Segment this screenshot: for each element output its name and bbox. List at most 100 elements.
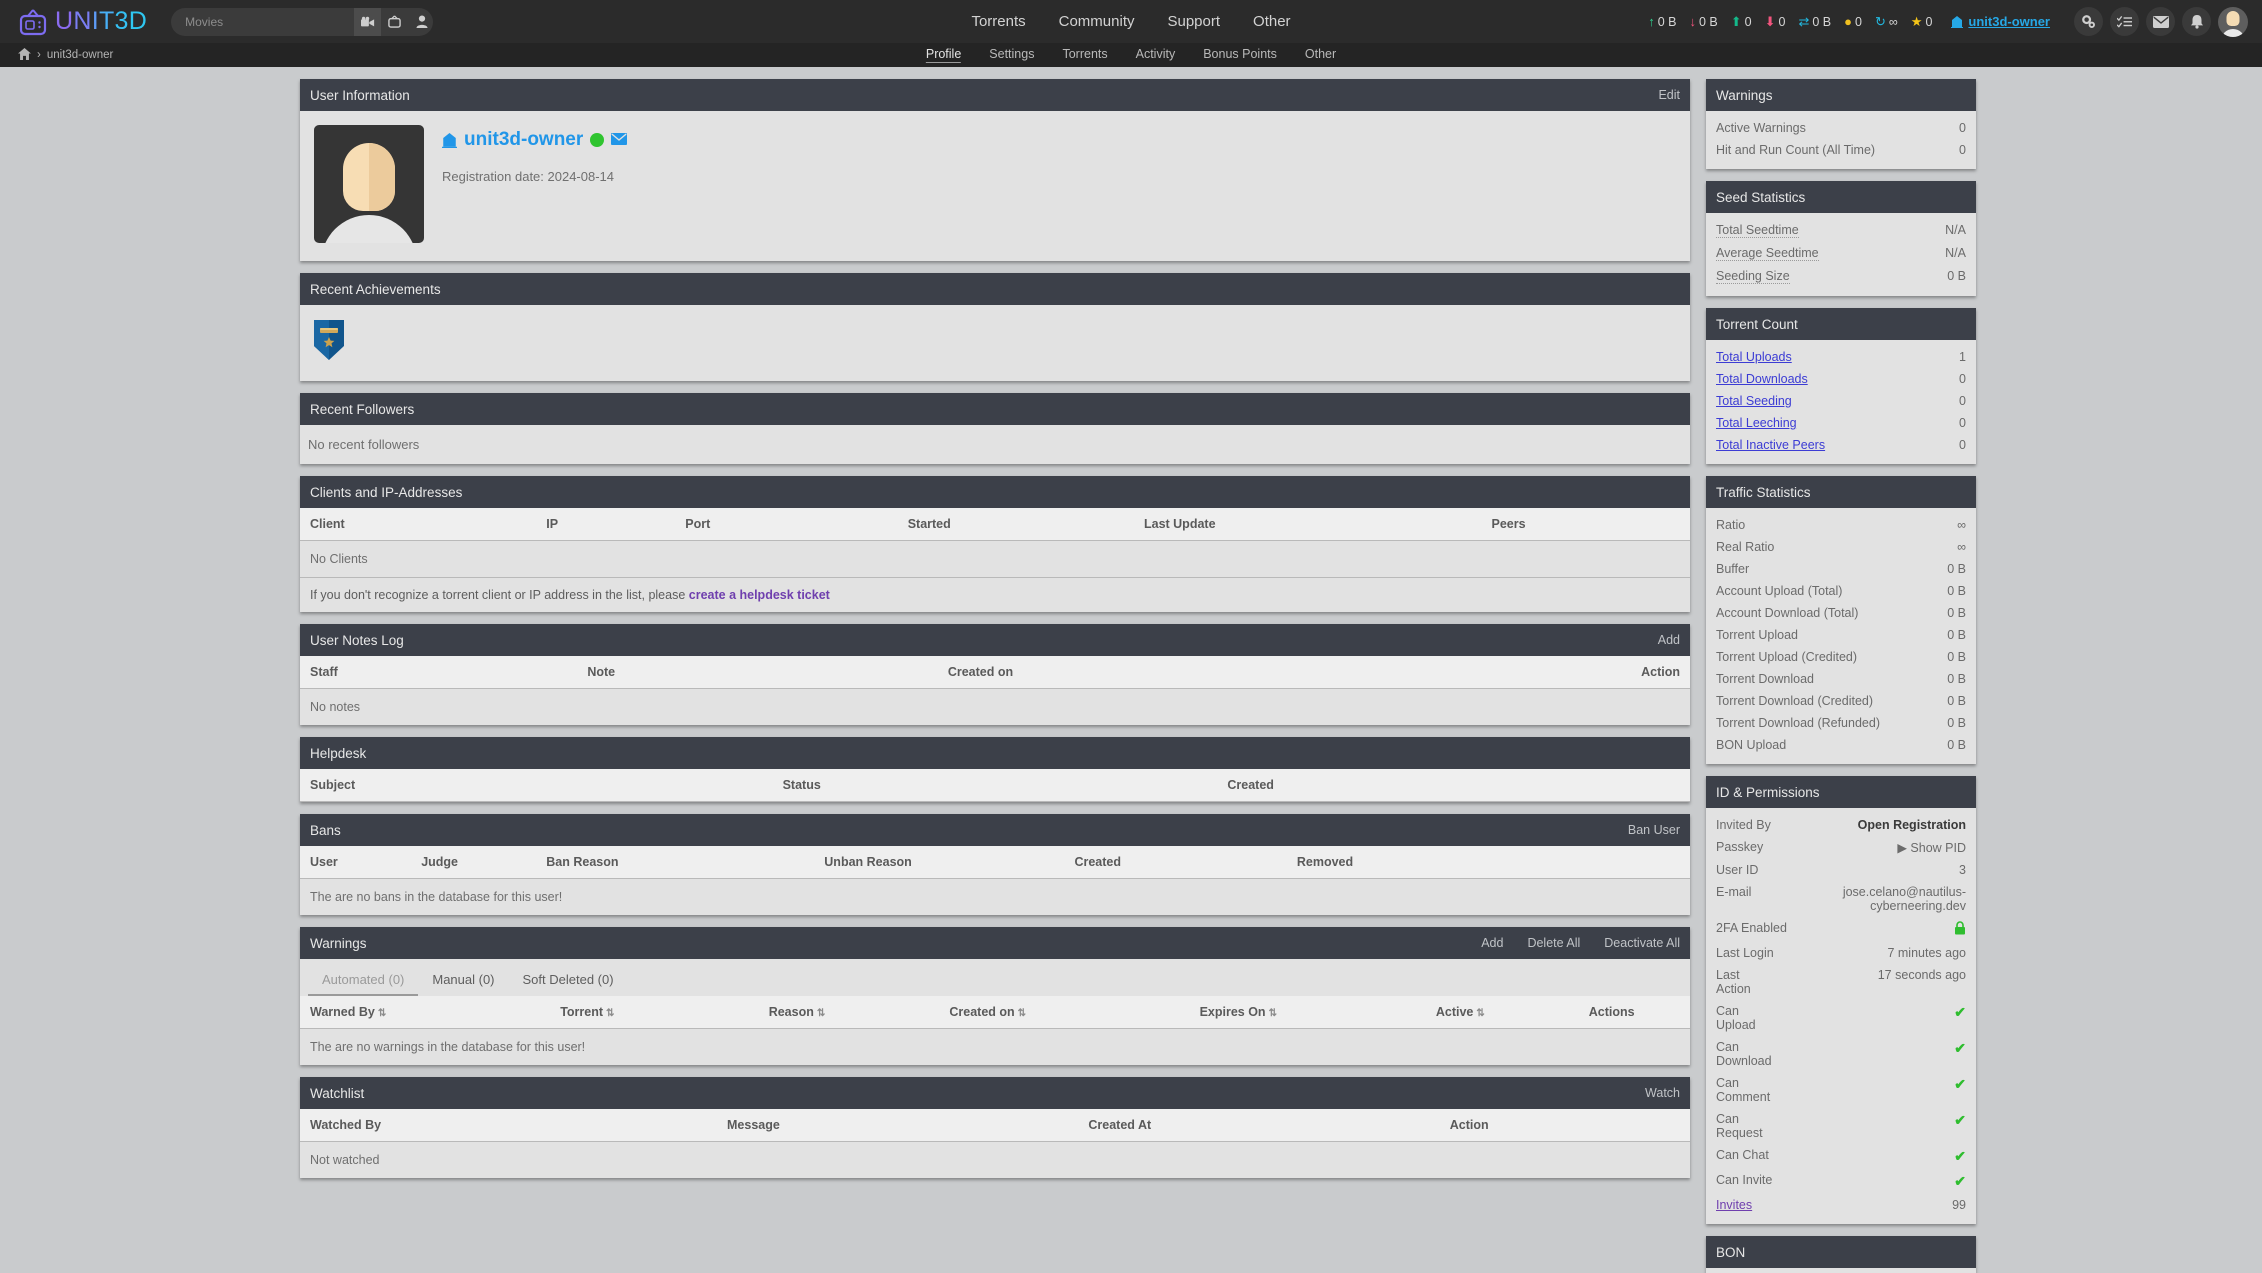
tab-torrents[interactable]: Torrents (1062, 47, 1107, 63)
col-watched-by[interactable]: Watched By (300, 1109, 717, 1142)
col-last-update[interactable]: Last Update (1133, 508, 1482, 541)
col-judge[interactable]: Judge (411, 846, 537, 879)
tab-bonus-points[interactable]: Bonus Points (1203, 47, 1277, 63)
stat-seeding-count[interactable]: ⬆ 0 (1731, 15, 1752, 29)
gears-icon[interactable] (2074, 7, 2103, 36)
stat-traffic[interactable]: ⇄ 0 B (1798, 15, 1831, 29)
col-port[interactable]: Port (675, 508, 898, 541)
col-created-at[interactable]: Created At (1078, 1109, 1440, 1142)
profile-username[interactable]: unit3d-owner (464, 129, 583, 151)
stat-bonus[interactable]: ● 0 (1844, 15, 1862, 29)
link-total-inactive-peers[interactable]: Total Inactive Peers (1716, 438, 1825, 452)
sort-icon[interactable]: ⇅ (1269, 1008, 1277, 1019)
watch-button[interactable]: Watch (1645, 1086, 1680, 1100)
col-created-on[interactable]: Created on (937, 656, 1632, 689)
nav-item-other[interactable]: Other (1253, 13, 1291, 30)
row-label: Last Login (1716, 946, 1774, 960)
sort-icon[interactable]: ⇅ (1018, 1008, 1026, 1019)
stat-download-speed[interactable]: ↓ 0 B (1689, 15, 1717, 29)
movie-camera-icon[interactable] (354, 7, 382, 36)
col-created[interactable]: Created (1064, 846, 1287, 879)
col-ip[interactable]: IP (536, 508, 676, 541)
tab-activity[interactable]: Activity (1136, 47, 1176, 63)
stat-leeching-count[interactable]: ⬇ 0 (1765, 15, 1786, 29)
show-pid-button[interactable]: ▶ Show PID (1897, 840, 1966, 855)
tasks-list-icon[interactable] (2110, 7, 2139, 36)
nav-item-support[interactable]: Support (1167, 13, 1220, 30)
search-input[interactable] (171, 7, 355, 36)
tv-icon[interactable] (381, 8, 408, 36)
ban-user-button[interactable]: Ban User (1628, 823, 1680, 837)
link-total-downloads[interactable]: Total Downloads (1716, 372, 1808, 386)
col-unban-reason[interactable]: Unban Reason (814, 846, 1065, 879)
shield-badge-icon[interactable] (312, 319, 346, 361)
id-permissions-panel: ID & Permissions Invited By Open Registra… (1706, 776, 1976, 1224)
stat-upload-speed[interactable]: ↑ 0 B (1648, 15, 1676, 29)
row-value: Open Registration (1857, 818, 1966, 832)
row-value: 0 B (1947, 584, 1966, 598)
tab-settings[interactable]: Settings (989, 47, 1034, 63)
delete-all-warnings-button[interactable]: Delete All (1527, 936, 1580, 950)
link-invites[interactable]: Invites (1716, 1198, 1752, 1212)
link-total-leeching[interactable]: Total Leeching (1716, 416, 1797, 430)
col-action[interactable]: Action (1631, 656, 1690, 689)
tab-soft-deleted-warnings[interactable]: Soft Deleted (0) (509, 965, 628, 996)
row-label[interactable]: Total Seedtime (1716, 223, 1799, 238)
tab-automated-warnings[interactable]: Automated (0) (308, 965, 419, 996)
col-expires-on[interactable]: Expires On ⇅ (1189, 996, 1426, 1029)
col-action[interactable]: Action (1439, 1109, 1690, 1142)
sort-icon[interactable]: ⇅ (817, 1008, 825, 1019)
tab-manual-warnings[interactable]: Manual (0) (418, 965, 508, 996)
breadcrumb-current[interactable]: unit3d-owner (47, 49, 113, 61)
row-value: 1 (1959, 350, 1966, 364)
link-total-seeding[interactable]: Total Seeding (1716, 394, 1792, 408)
col-peers[interactable]: Peers (1481, 508, 1690, 541)
avatar[interactable] (2218, 6, 2248, 37)
sort-icon[interactable]: ⇅ (378, 1008, 386, 1019)
col-status[interactable]: Status (772, 769, 1218, 802)
sort-icon[interactable]: ⇅ (606, 1008, 614, 1019)
bell-icon[interactable] (2182, 7, 2211, 36)
edit-button[interactable]: Edit (1658, 88, 1680, 102)
stat-freeleech[interactable]: ★ 0 (1911, 15, 1933, 29)
panel-title: Traffic Statistics (1716, 484, 1811, 500)
header-username[interactable]: unit3d-owner (1951, 14, 2050, 29)
add-warning-button[interactable]: Add (1481, 936, 1503, 950)
nav-item-community[interactable]: Community (1059, 13, 1135, 30)
col-note[interactable]: Note (577, 656, 938, 689)
col-started[interactable]: Started (897, 508, 1134, 541)
col-warned-by[interactable]: Warned By ⇅ (300, 996, 551, 1029)
sort-icon[interactable]: ⇅ (1476, 1008, 1484, 1019)
add-note-button[interactable]: Add (1658, 633, 1680, 647)
deactivate-all-warnings-button[interactable]: Deactivate All (1604, 936, 1680, 950)
col-torrent[interactable]: Torrent ⇅ (550, 996, 759, 1029)
stat-ratio[interactable]: ↻ ∞ (1875, 15, 1898, 29)
search-box[interactable] (171, 7, 434, 36)
col-created[interactable]: Created (1217, 769, 1690, 802)
col-message[interactable]: Message (717, 1109, 1079, 1142)
col-created-on[interactable]: Created on ⇅ (939, 996, 1190, 1029)
tab-profile[interactable]: Profile (925, 47, 962, 63)
home-icon[interactable] (18, 47, 31, 63)
person-icon[interactable] (408, 8, 433, 36)
envelope-icon[interactable] (2146, 7, 2175, 36)
envelope-icon[interactable] (611, 132, 628, 148)
col-ban-reason[interactable]: Ban Reason (536, 846, 815, 879)
create-helpdesk-ticket-link[interactable]: create a helpdesk ticket (689, 588, 830, 602)
brand-logo-area[interactable]: UNIT3D (18, 7, 147, 37)
list-item: Torrent Download (Refunded) 0 B (1706, 712, 1976, 734)
col-staff[interactable]: Staff (300, 656, 578, 689)
link-total-uploads[interactable]: Total Uploads (1716, 350, 1792, 364)
row-label[interactable]: Average Seedtime (1716, 246, 1819, 261)
row-label[interactable]: Seeding Size (1716, 269, 1790, 284)
col-removed[interactable]: Removed (1286, 846, 1690, 879)
user-avatar[interactable] (314, 125, 424, 243)
col-active[interactable]: Active ⇅ (1425, 996, 1579, 1029)
col-subject[interactable]: Subject (300, 769, 773, 802)
nav-item-torrents[interactable]: Torrents (971, 13, 1025, 30)
col-reason[interactable]: Reason ⇅ (758, 996, 940, 1029)
tab-other[interactable]: Other (1305, 47, 1336, 63)
col-user[interactable]: User (300, 846, 412, 879)
col-client[interactable]: Client (300, 508, 537, 541)
row-value: 17 seconds ago (1877, 968, 1966, 982)
